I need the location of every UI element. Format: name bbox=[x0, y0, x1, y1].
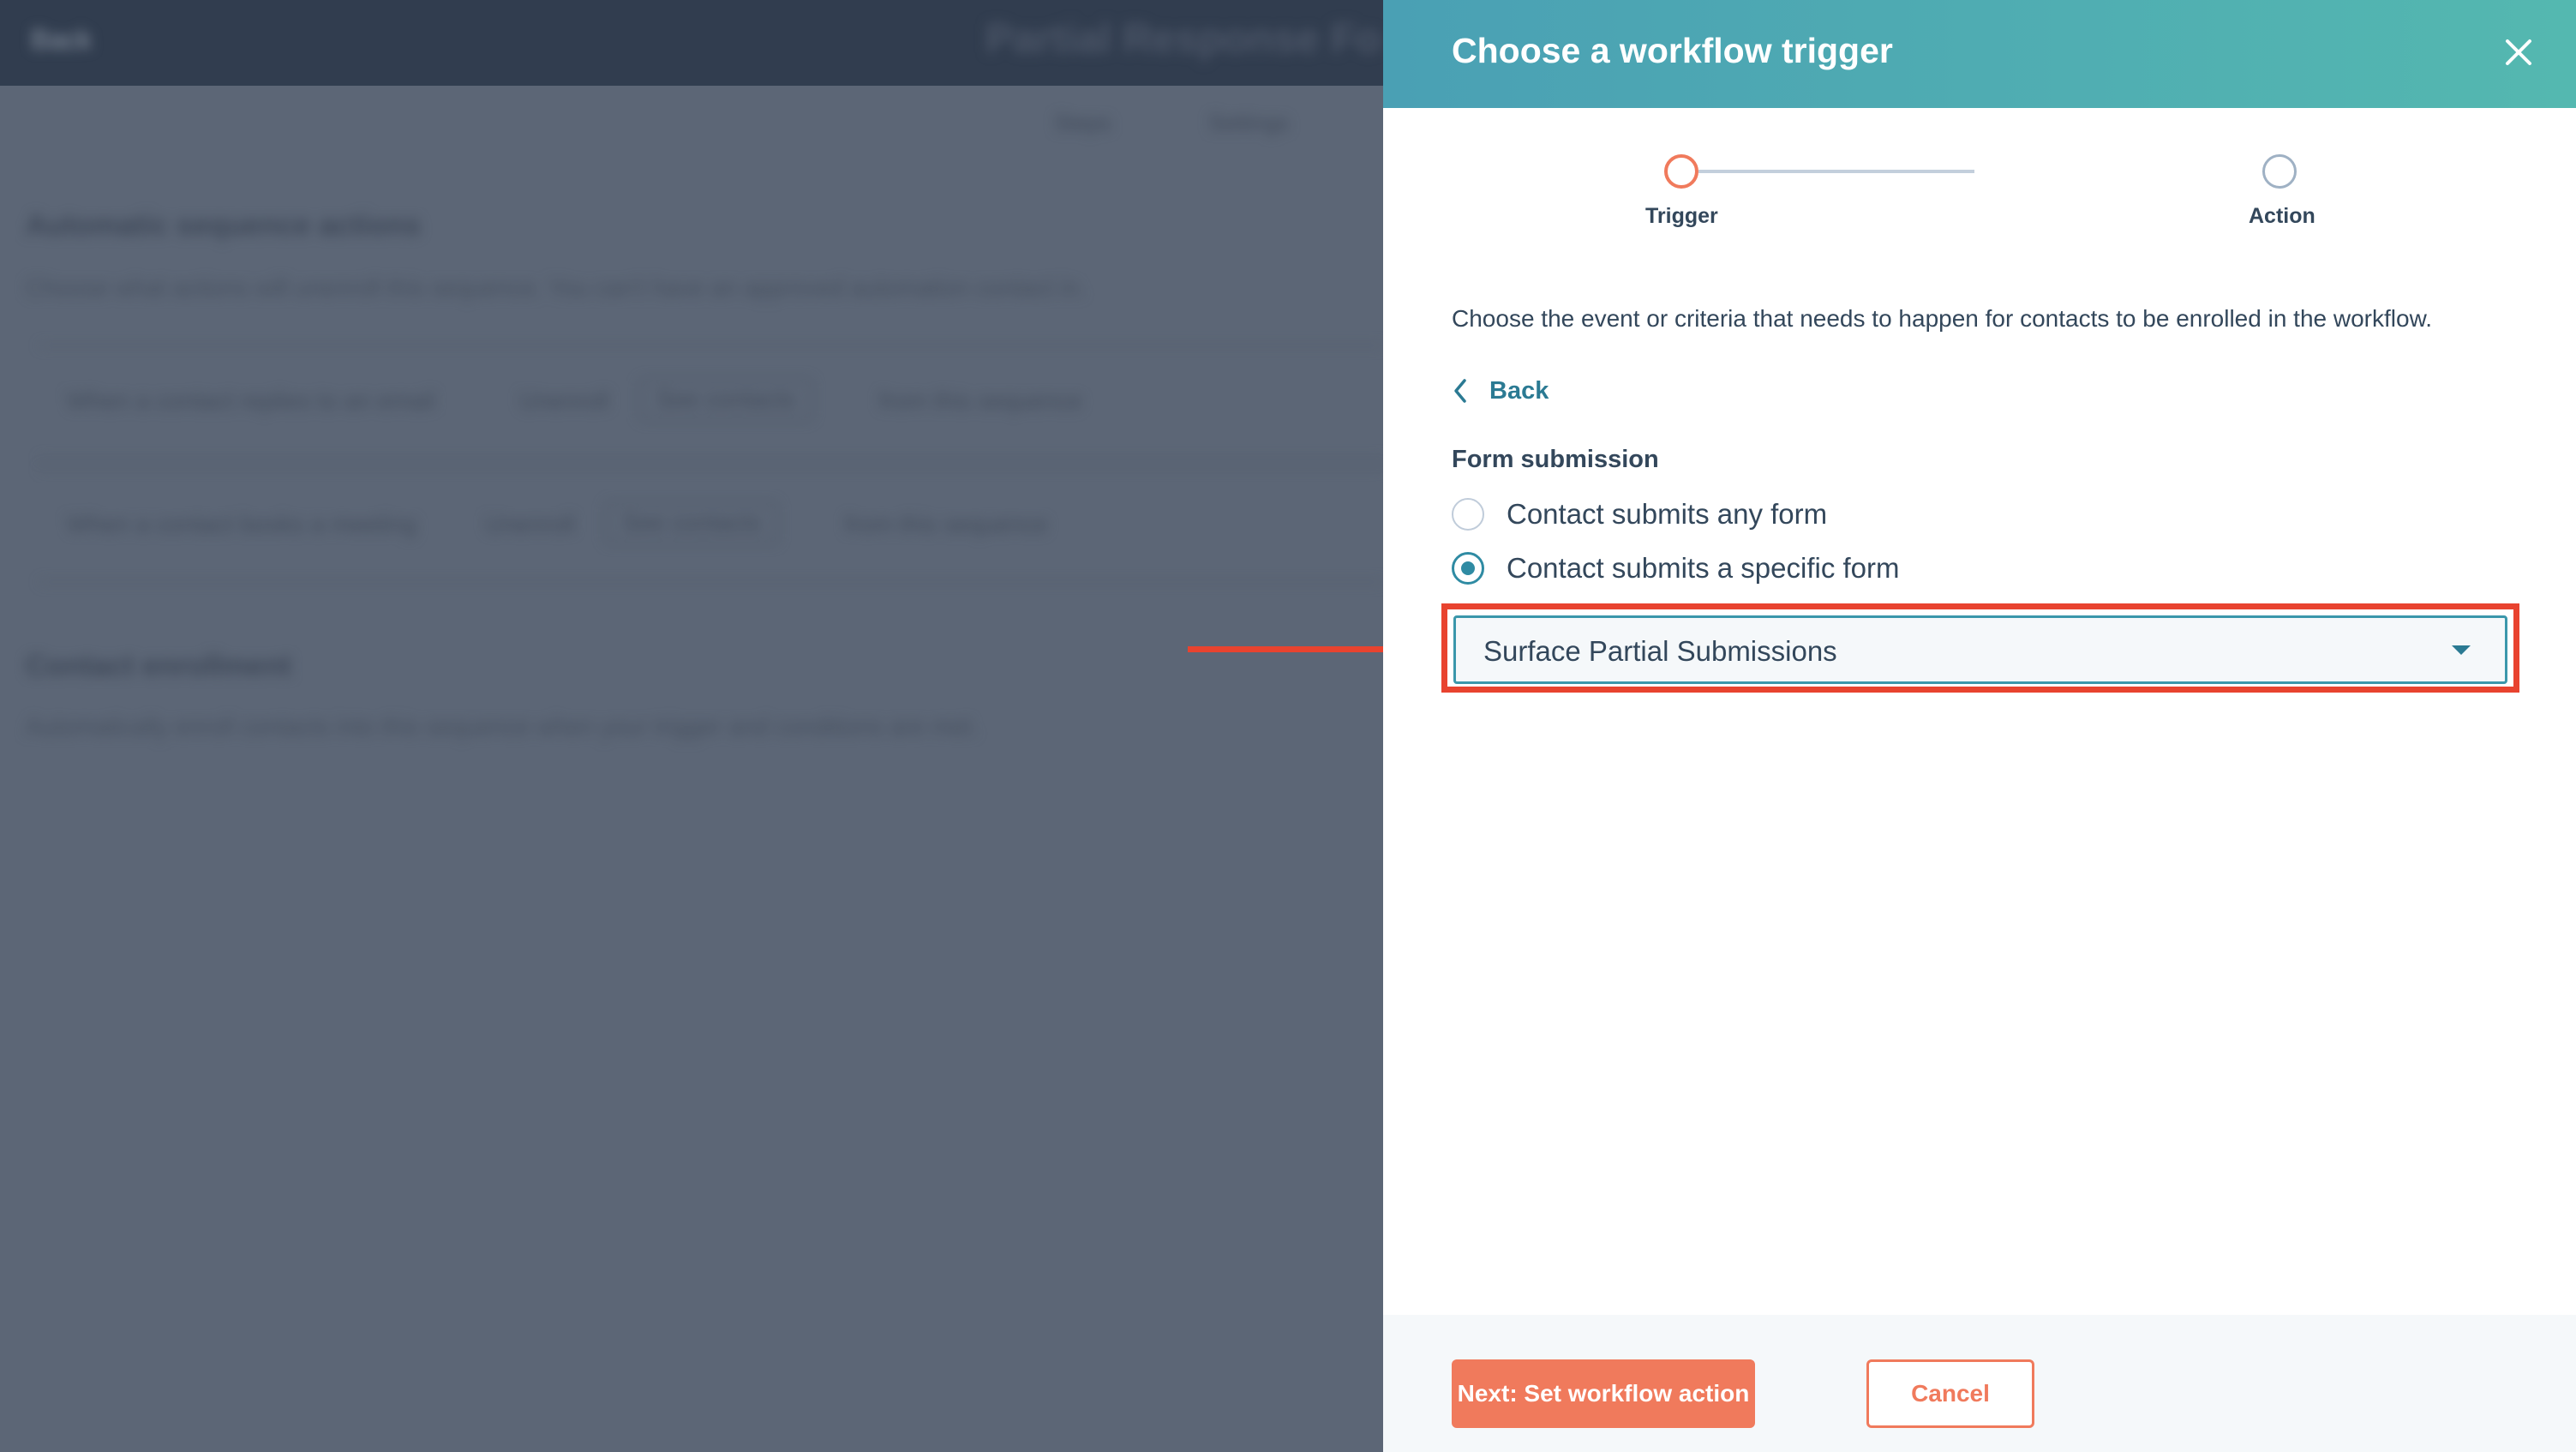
panel-description: Choose the event or criteria that needs … bbox=[1452, 305, 2433, 332]
background-row: When a contact books a meeting Unenroll … bbox=[39, 468, 1383, 583]
background-row-action: from this sequence bbox=[845, 511, 1048, 537]
form-select-dropdown[interactable]: Surface Partial Submissions bbox=[1453, 615, 2507, 684]
close-icon bbox=[2506, 39, 2531, 65]
background-row-text: When a contact books a meeting bbox=[67, 511, 416, 537]
radio-label: Contact submits any form bbox=[1507, 498, 1828, 530]
radio-option-any-form[interactable]: Contact submits any form bbox=[1452, 495, 1827, 533]
step-label-trigger: Trigger bbox=[1645, 204, 1718, 228]
panel-header: Choose a workflow trigger bbox=[1383, 0, 2576, 108]
dropdown-selected-value: Surface Partial Submissions bbox=[1483, 635, 1837, 667]
background-topbar: Back Partial Response Fo bbox=[0, 0, 1383, 86]
background-section-title: Contact enrollment bbox=[26, 650, 291, 682]
background-section-title: Automatic sequence actions bbox=[26, 209, 422, 242]
close-button[interactable] bbox=[2497, 31, 2540, 74]
background-section-desc: Choose what actions will unenroll this s… bbox=[26, 274, 1086, 301]
next-button[interactable]: Next: Set workflow action bbox=[1452, 1359, 1755, 1428]
background-row-link: See contacts bbox=[639, 379, 812, 420]
background-row-text: When a contact replies to an email bbox=[67, 387, 435, 414]
radio-option-specific-form[interactable]: Contact submits a specific form bbox=[1452, 549, 1900, 587]
radio-button[interactable] bbox=[1452, 498, 1484, 531]
form-submission-title: Form submission bbox=[1452, 446, 1659, 473]
radio-label: Contact submits a specific form bbox=[1507, 552, 1900, 584]
background-page-title: Partial Response Fo bbox=[985, 16, 1381, 62]
step-dot-action bbox=[2262, 154, 2297, 189]
background-tab-steps: Steps bbox=[1054, 110, 1111, 135]
annotation-arrow-shaft bbox=[1188, 646, 1412, 652]
radio-button-selected[interactable] bbox=[1452, 552, 1484, 585]
background-section-desc: Automatically enroll contacts into this … bbox=[26, 713, 979, 740]
panel-title: Choose a workflow trigger bbox=[1452, 31, 1893, 70]
step-label-action: Action bbox=[2249, 204, 2315, 228]
back-link[interactable]: Back bbox=[1452, 374, 1549, 408]
background-row-link: See contacts bbox=[605, 502, 778, 543]
background-back-link: Back bbox=[31, 24, 93, 55]
background-page: Back Partial Response Fo Steps Settings … bbox=[0, 0, 1383, 1452]
panel-footer: Next: Set workflow action Cancel bbox=[1383, 1315, 2576, 1452]
back-link-label: Back bbox=[1489, 376, 1549, 405]
workflow-trigger-panel: Choose a workflow trigger Trigger Action… bbox=[1383, 0, 2576, 1452]
background-row-tag: Unenroll bbox=[519, 387, 609, 414]
step-connector bbox=[1698, 170, 1974, 173]
caret-down-icon bbox=[2452, 645, 2471, 655]
cancel-button[interactable]: Cancel bbox=[1866, 1359, 2034, 1428]
step-dot-trigger bbox=[1664, 154, 1698, 189]
chevron-left-icon bbox=[1454, 379, 1466, 403]
background-row: When a contact replies to an email Unenr… bbox=[39, 345, 1383, 459]
background-row-action: from this sequence bbox=[879, 387, 1082, 414]
background-tab-settings: Settings bbox=[1208, 110, 1289, 135]
background-row-tag: Unenroll bbox=[485, 511, 575, 537]
